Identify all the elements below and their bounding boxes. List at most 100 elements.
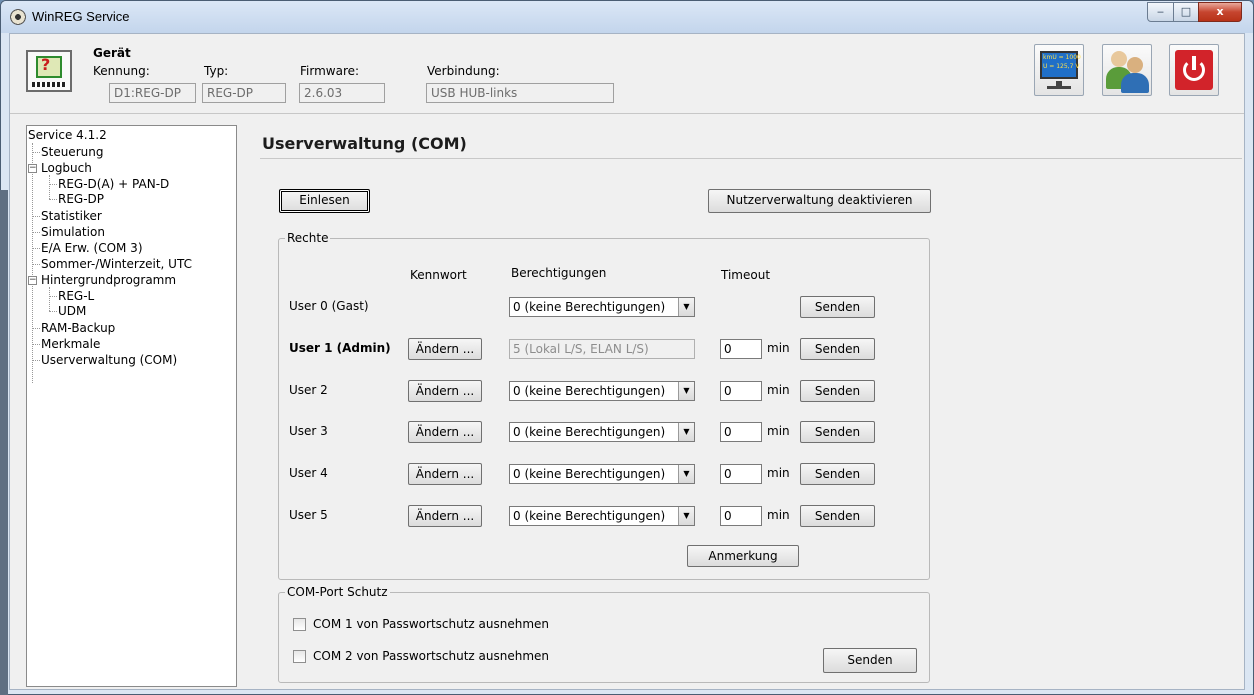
user-3-aendern-button[interactable]: Ändern ... [408,421,482,443]
deactivate-button[interactable]: Nutzerverwaltung deaktivieren [708,189,931,213]
user-2-senden-button[interactable]: Senden [800,380,875,402]
monitor-icon: kmU = 1000 U = 125,7 V [1040,51,1081,79]
user-0-senden-button[interactable]: Senden [800,296,875,318]
einlesen-button[interactable]: Einlesen [279,189,370,213]
verbindung-field: USB HUB-links [426,83,614,103]
page-title: Userverwaltung (COM) [262,134,467,153]
window-title: WinREG Service [32,9,130,24]
dropdown-arrow-icon: ▼ [678,298,694,316]
device-header: ? Gerät Kennung: D1:REG-DP Typ: REG-DP F… [10,34,1244,114]
user-4-timeout-input[interactable]: 0 [720,464,762,484]
tree-item-userverwaltung[interactable]: Userverwaltung (COM) [41,353,177,368]
com2-checkbox[interactable] [293,650,306,663]
maximize-button[interactable]: □ [1173,2,1199,22]
tree-item-ram-backup[interactable]: RAM-Backup [41,321,115,336]
tree-item-reg-da-pan-d[interactable]: REG-D(A) + PAN-D [58,177,169,192]
user-3-senden-button[interactable]: Senden [800,421,875,443]
user-1-perm-select: 5 (Lokal L/S, ELAN L/S) [509,339,695,359]
tree-item-merkmale[interactable]: Merkmale [41,337,100,352]
user-1-aendern-button[interactable]: Ändern ... [408,338,482,360]
user-4-min-label: min [767,466,790,480]
tree-item-statistiker[interactable]: Statistiker [41,209,102,224]
user-5-timeout-input[interactable]: 0 [720,506,762,526]
tree-item-sommer-winterzeit[interactable]: Sommer-/Winterzeit, UTC [41,257,192,272]
tree-item-reg-dp[interactable]: REG-DP [58,192,104,207]
users-button[interactable] [1102,44,1152,96]
typ-label: Typ: [204,64,229,78]
user-2-min-label: min [767,383,790,397]
com1-label: COM 1 von Passwortschutz ausnehmen [313,617,550,631]
firmware-field: 2.6.03 [299,83,385,103]
monitor-button[interactable]: kmU = 1000 U = 125,7 V [1034,44,1084,96]
monitor-line-1: kmU = 1000 [1043,54,1081,61]
client-area: ? Gerät Kennung: D1:REG-DP Typ: REG-DP F… [9,33,1245,690]
device-icon[interactable]: ? [26,50,72,92]
user-3-timeout-input[interactable]: 0 [720,422,762,442]
monitor-line-2: U = 125,7 V [1043,63,1080,70]
collapse-icon[interactable]: − [28,164,37,173]
title-divider [260,158,1242,159]
tree-item-hintergrundprogramm[interactable]: Hintergrundprogramm [41,273,176,288]
collapse-icon[interactable]: − [28,276,37,285]
user-0-label: User 0 (Gast) [289,299,369,313]
close-button[interactable]: x [1198,2,1242,22]
user-3-min-label: min [767,424,790,438]
tree-root[interactable]: Service 4.1.2 [28,128,107,143]
geraet-heading: Gerät [93,46,131,60]
user-2-aendern-button[interactable]: Ändern ... [408,380,482,402]
tree-item-udm[interactable]: UDM [58,304,86,319]
user-5-senden-button[interactable]: Senden [800,505,875,527]
anmerkung-button[interactable]: Anmerkung [687,545,799,567]
navigation-tree[interactable]: Service 4.1.2 Steuerung − Logbuch REG-D(… [26,125,237,687]
user-5-min-label: min [767,508,790,522]
timeout-header: Timeout [721,268,771,282]
com-port-legend: COM-Port Schutz [285,585,390,599]
user-1-senden-button[interactable]: Senden [800,338,875,360]
user-0-perm-select[interactable]: 0 (keine Berechtigungen) ▼ [509,297,695,317]
question-icon: ? [41,55,51,74]
verbindung-label: Verbindung: [427,64,500,78]
dropdown-arrow-icon: ▼ [678,382,694,400]
device-bar-icon [32,82,66,87]
com1-checkbox[interactable] [293,618,306,631]
user-2-label: User 2 [289,383,328,397]
minimize-button[interactable]: ‒ [1147,2,1174,22]
user-4-aendern-button[interactable]: Ändern ... [408,463,482,485]
rechte-group: Rechte Kennwort Berechtigungen Timeout U… [278,231,930,580]
tree-item-logbuch[interactable]: Logbuch [41,161,92,176]
typ-field: REG-DP [202,83,286,103]
user-5-label: User 5 [289,508,328,522]
dropdown-arrow-icon: ▼ [678,423,694,441]
user-1-min-label: min [767,341,790,355]
com2-label: COM 2 von Passwortschutz ausnehmen [313,649,550,663]
power-icon [1175,50,1213,90]
tree-item-reg-l[interactable]: REG-L [58,289,94,304]
com-senden-button[interactable]: Senden [823,648,917,673]
dropdown-arrow-icon: ▼ [678,465,694,483]
user-1-label: User 1 (Admin) [289,341,391,355]
user-4-perm-select[interactable]: 0 (keine Berechtigungen) ▼ [509,464,695,484]
firmware-label: Firmware: [300,64,360,78]
user-4-senden-button[interactable]: Senden [800,463,875,485]
user-2-perm-select[interactable]: 0 (keine Berechtigungen) ▼ [509,381,695,401]
user-5-aendern-button[interactable]: Ändern ... [408,505,482,527]
tree-item-steuerung[interactable]: Steuerung [41,145,103,160]
desktop-edge [0,190,8,695]
user-1-timeout-input[interactable]: 0 [720,339,762,359]
berechtigungen-header: Berechtigungen [511,266,607,280]
user-2-timeout-input[interactable]: 0 [720,381,762,401]
kennwort-header: Kennwort [410,268,467,282]
kennung-label: Kennung: [93,64,150,78]
app-window: WinREG Service ‒ □ x ? Gerät Kennung: D1… [0,0,1254,695]
user-3-perm-select[interactable]: 0 (keine Berechtigungen) ▼ [509,422,695,442]
power-button[interactable] [1169,44,1219,96]
main-panel: Userverwaltung (COM) Einlesen Nutzerverw… [250,125,1245,690]
user-5-perm-select[interactable]: 0 (keine Berechtigungen) ▼ [509,506,695,526]
rechte-legend: Rechte [285,231,331,245]
kennung-field: D1:REG-DP [109,83,196,103]
user-3-label: User 3 [289,424,328,438]
tree-item-ea-erw[interactable]: E/A Erw. (COM 3) [41,241,143,256]
com-port-group: COM-Port Schutz COM 1 von Passwortschutz… [278,585,930,683]
tree-item-simulation[interactable]: Simulation [41,225,105,240]
title-bar[interactable]: WinREG Service ‒ □ x [1,1,1253,33]
